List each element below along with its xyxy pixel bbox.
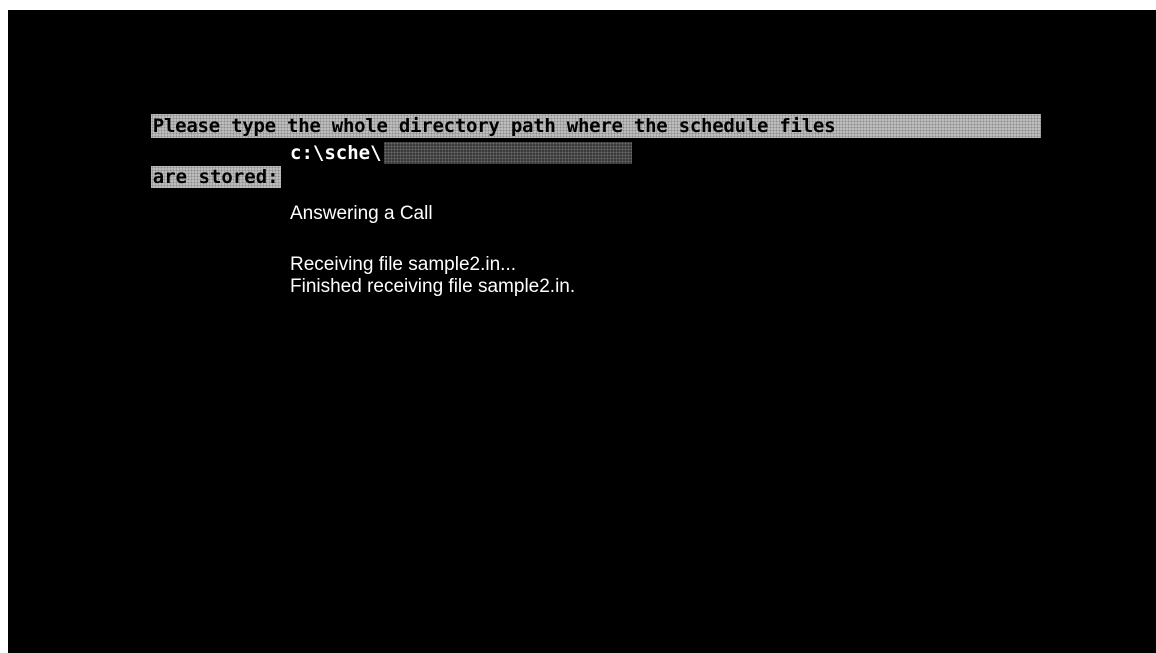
directory-prompt-line-2: are stored: (105, 141, 281, 188)
directory-prompt-text-2: are stored: (150, 166, 281, 188)
input-field-remainder[interactable] (383, 142, 632, 164)
status-title: Answering a Call (290, 203, 433, 224)
terminal-screen: Please type the whole directory path whe… (8, 10, 1156, 653)
directory-path-value[interactable]: c:\sche\ (286, 141, 384, 165)
directory-prompt-text-1: Please type the whole directory path whe… (150, 114, 1041, 138)
status-message: Receiving file sample2.in... (290, 254, 516, 275)
directory-prompt-line-1: Please type the whole directory path whe… (105, 90, 1041, 138)
status-message: Finished receiving file sample2.in. (290, 276, 576, 297)
directory-path-input[interactable]: c:\sche\ (286, 141, 632, 165)
